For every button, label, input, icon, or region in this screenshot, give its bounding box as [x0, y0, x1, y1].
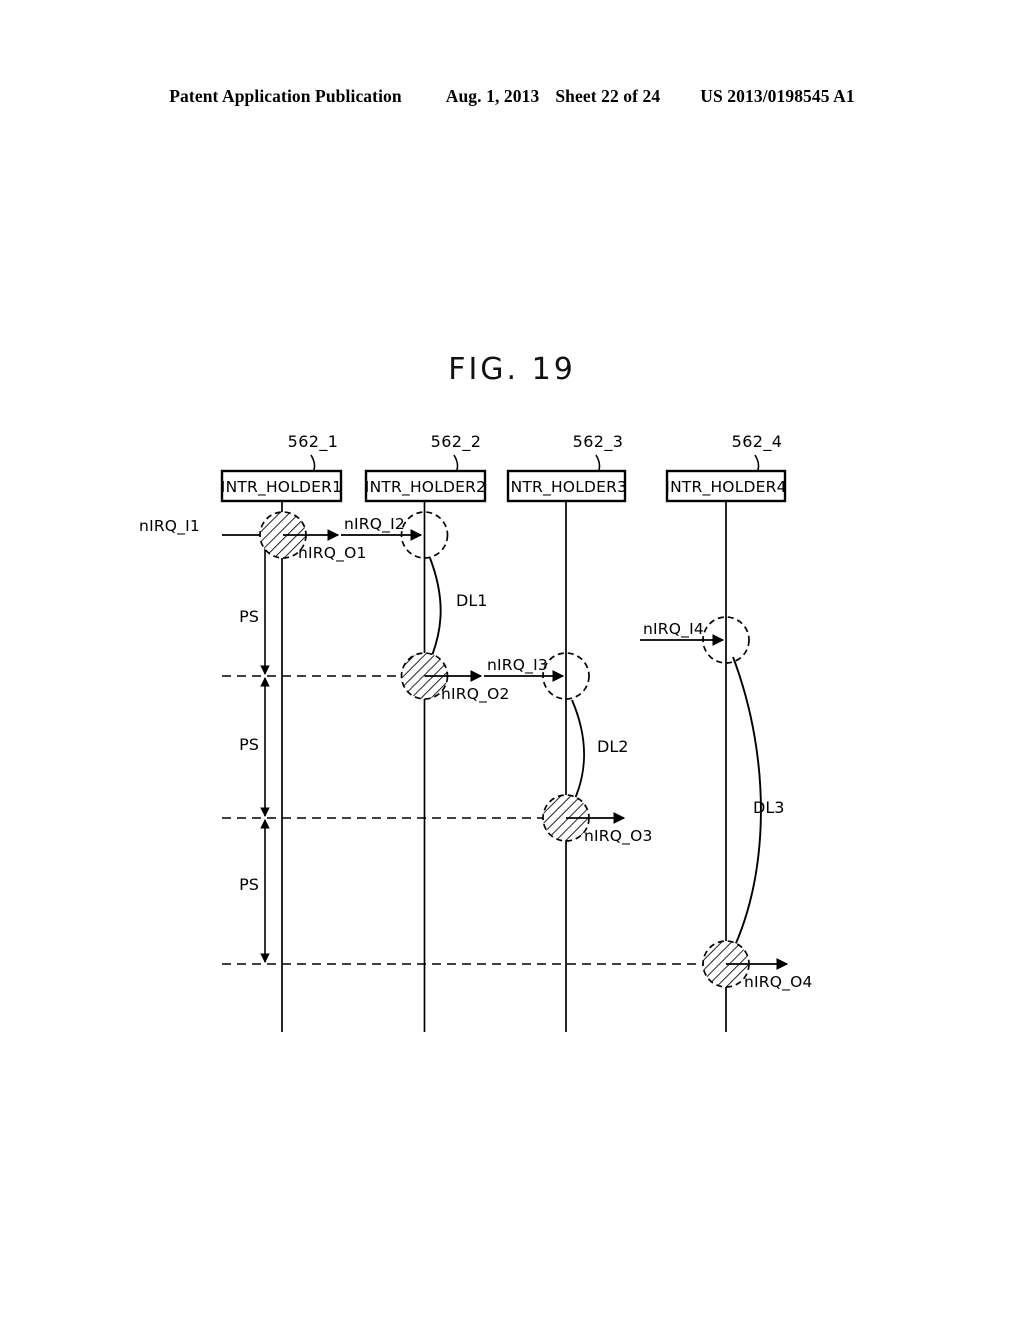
event-group-3: nIRQ_O3	[542, 794, 653, 846]
ps-label-1: PS	[239, 607, 259, 626]
holder-box-3-label: INTR_HOLDER3	[506, 478, 627, 497]
lifelines	[281, 501, 727, 1032]
delay-label-dl3: DL3	[753, 798, 784, 817]
leader-line-562-4	[754, 454, 760, 471]
ref-num-562-2: 562_2	[431, 432, 482, 452]
input-label-nirq-i4: nIRQ_I4	[643, 620, 704, 639]
event-group-4-input: nIRQ_I4	[640, 616, 750, 664]
output-label-nirq-o2: nIRQ_O2	[441, 685, 510, 704]
figure-drawing: 562_1 562_2 562_3 562_4 INTR_HOLDER1 INT…	[0, 0, 1024, 1320]
leader-line-562-2	[453, 454, 459, 471]
output-label-nirq-o1: nIRQ_O1	[298, 544, 367, 563]
output-label-nirq-o3: nIRQ_O3	[584, 827, 653, 846]
input-label-nirq-i1: nIRQ_I1	[139, 517, 200, 536]
event-group-1: nIRQ_I1 nIRQ_O1	[139, 511, 367, 563]
delay-label-dl2: DL2	[597, 737, 628, 756]
leader-line-562-1	[310, 454, 316, 471]
sequence-diagram-svg: 562_1 562_2 562_3 562_4 INTR_HOLDER1 INT…	[139, 432, 813, 1032]
ref-num-562-1: 562_1	[288, 432, 339, 452]
delay-label-dl1: DL1	[456, 591, 487, 610]
output-label-nirq-o4: nIRQ_O4	[744, 973, 813, 992]
ref-num-562-3: 562_3	[573, 432, 624, 452]
holder-box-1-label: INTR_HOLDER1	[221, 478, 342, 497]
holder-box-4-label: INTR_HOLDER4	[665, 478, 786, 497]
input-label-nirq-i3: nIRQ_I3	[487, 656, 548, 675]
leader-line-562-3	[595, 454, 601, 471]
delay-curves: DL1 DL2 DL3	[422, 557, 784, 963]
period-measures: PS PS PS	[239, 540, 270, 963]
ps-label-3: PS	[239, 875, 259, 894]
ref-num-562-4: 562_4	[732, 432, 783, 452]
holder-box-2-label: INTR_HOLDER2	[365, 478, 486, 497]
period-reference-lines	[222, 675, 726, 965]
ps-label-2: PS	[239, 735, 259, 754]
holder-boxes: INTR_HOLDER1 INTR_HOLDER2 INTR_HOLDER3 I…	[221, 469, 787, 503]
event-group-4: nIRQ_O4	[702, 940, 813, 992]
reference-numerals: 562_1 562_2 562_3 562_4	[288, 432, 783, 471]
input-label-nirq-i2: nIRQ_I2	[344, 515, 405, 534]
patent-page: Patent Application Publication Aug. 1, 2…	[0, 0, 1024, 1320]
